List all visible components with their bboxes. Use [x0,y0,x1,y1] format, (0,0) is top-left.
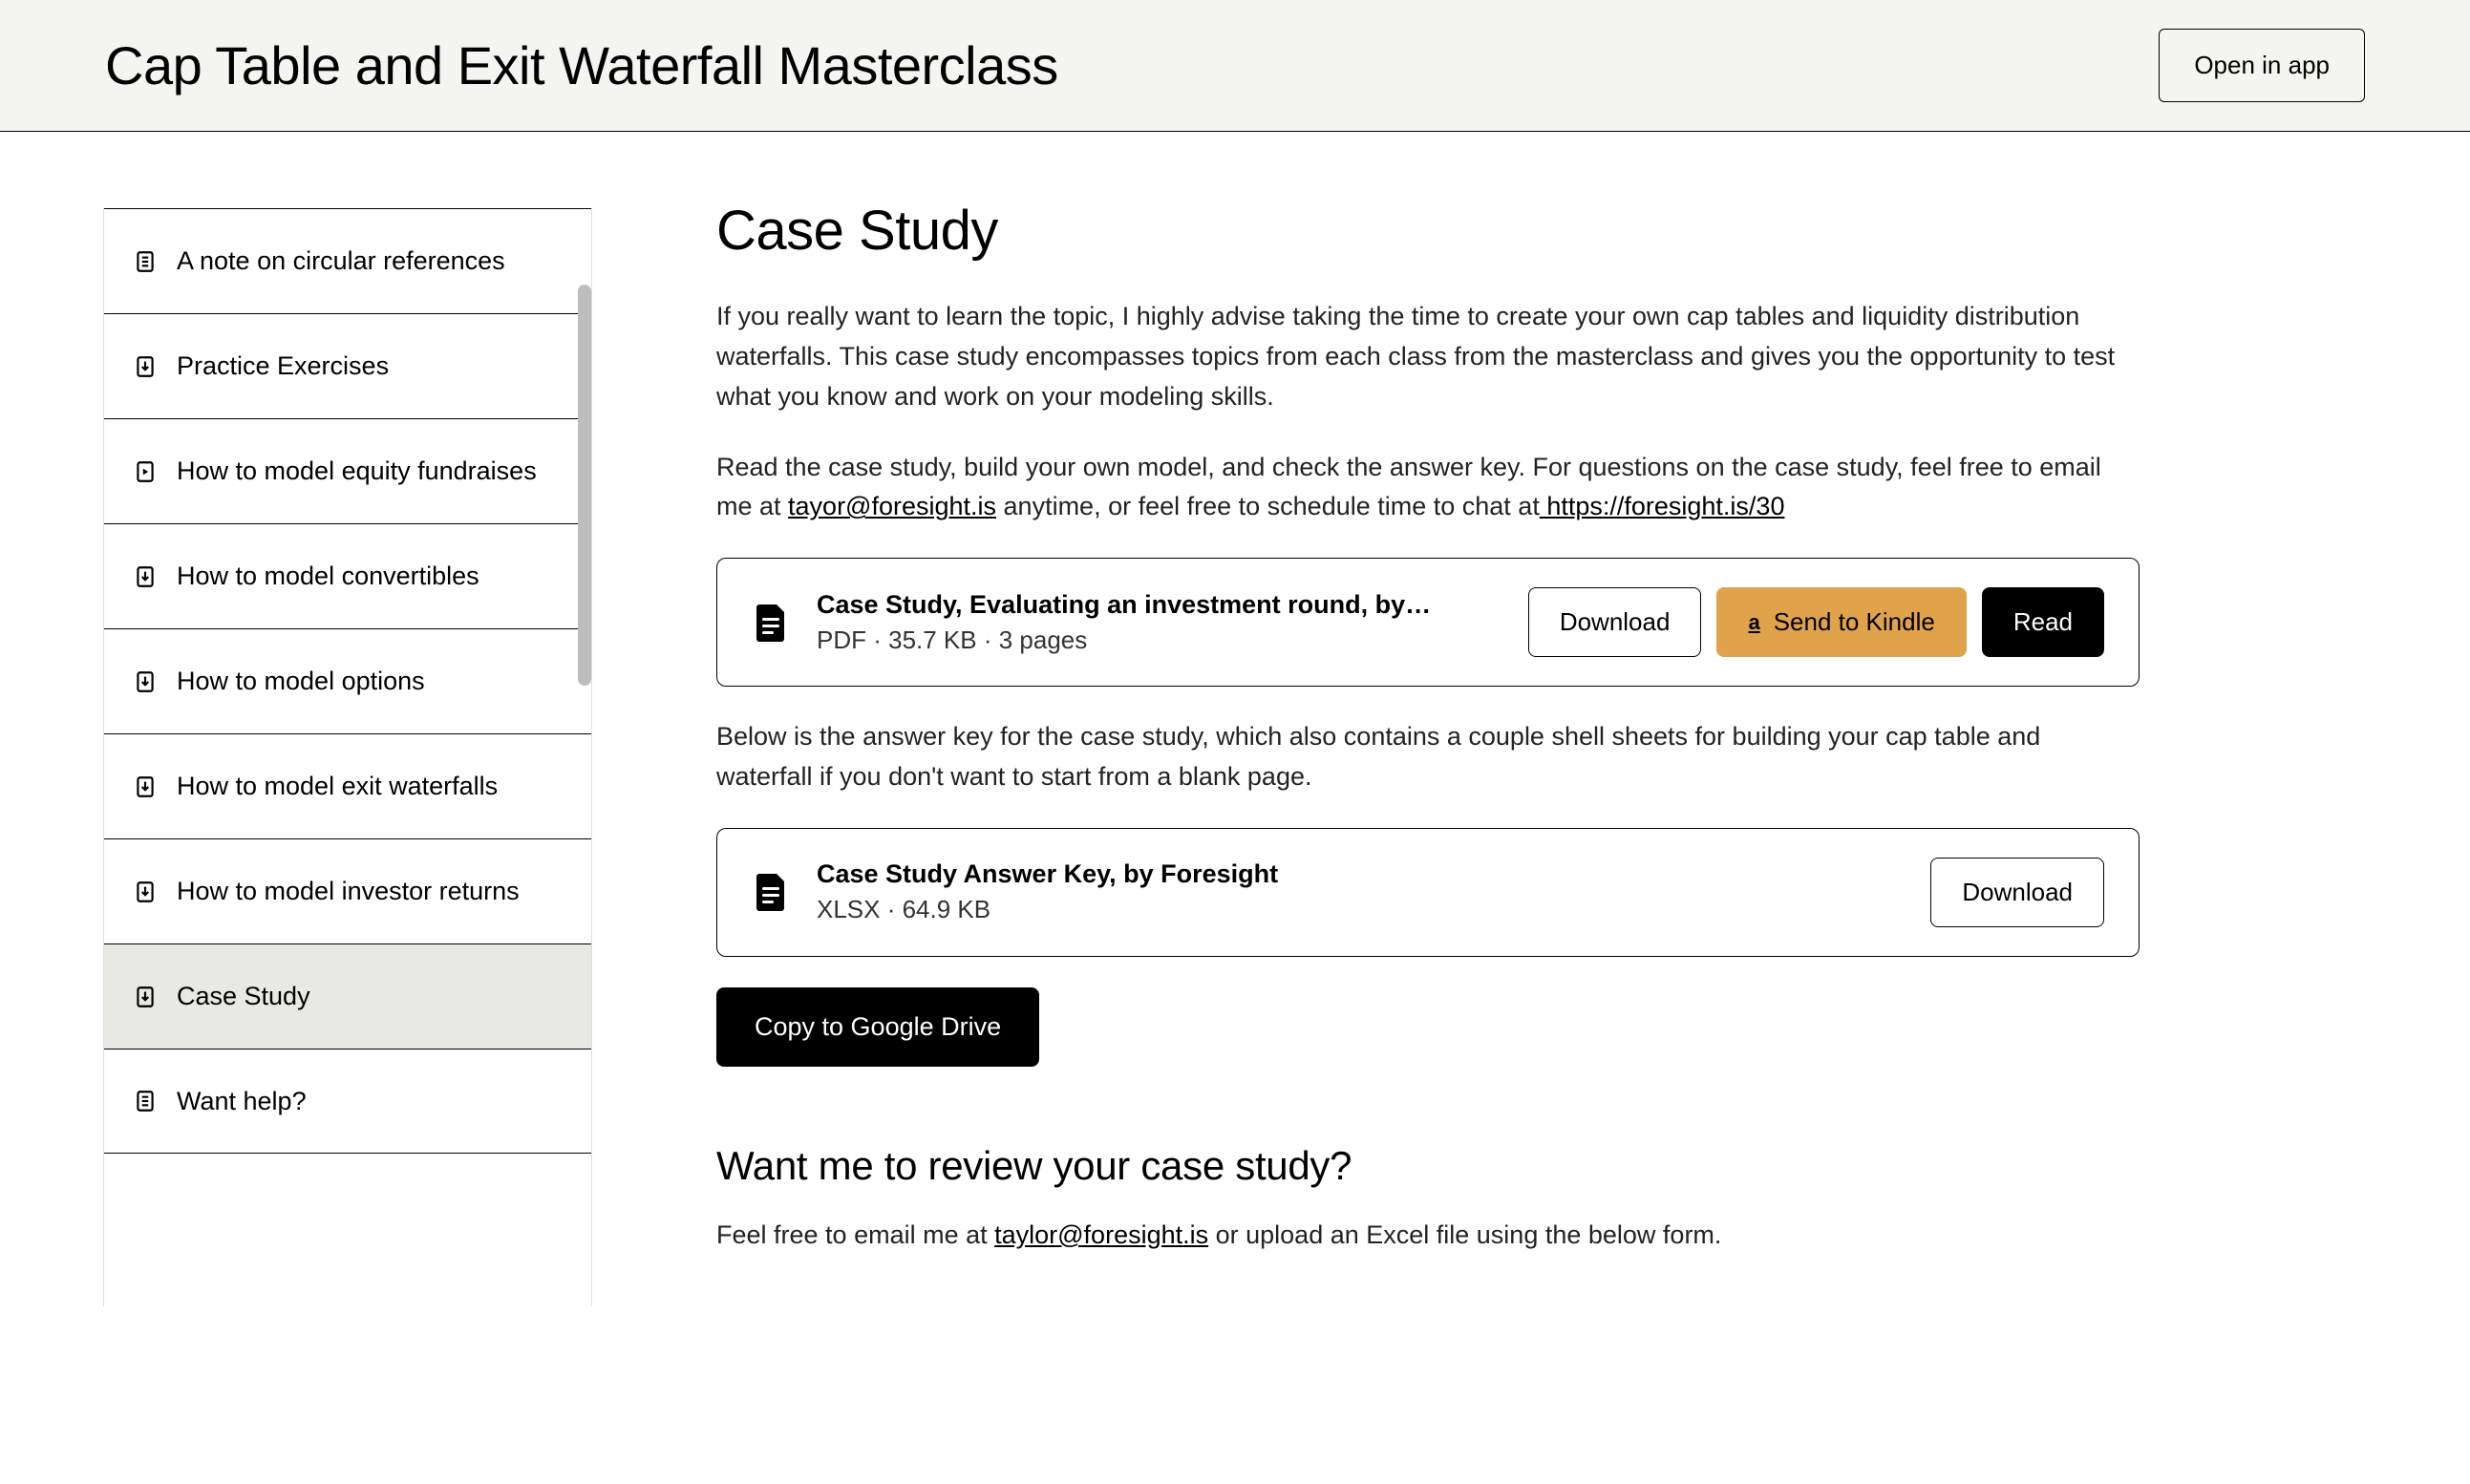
sidebar-item-label: Case Study [177,979,310,1013]
sidebar-item[interactable]: How to model exit waterfalls [104,733,591,838]
sidebar-item-label: A note on circular references [177,244,505,278]
review-email-link[interactable]: taylor@foresight.is [994,1220,1208,1249]
open-in-app-button[interactable]: Open in app [2159,29,2365,102]
download-icon [133,669,158,694]
file-card-case-study: Case Study, Evaluating an investment rou… [716,558,2140,687]
download-icon [133,774,158,799]
file-meta: PDF · 35.7 KB · 3 pages [817,625,1501,655]
contact-email-link[interactable]: tayor@foresight.is [788,492,996,520]
sidebar-item[interactable]: Want help? [104,1049,591,1154]
review-suffix-text: or upload an Excel file using the below … [1208,1220,1721,1249]
file-card-answer-key: Case Study Answer Key, by Foresight XLSX… [716,828,2140,957]
answer-intro-paragraph: Below is the answer key for the case stu… [716,717,2140,797]
sidebar-item[interactable]: How to model investor returns [104,838,591,943]
file-title: Case Study, Evaluating an investment rou… [817,590,1501,620]
review-paragraph: Feel free to email me at taylor@foresigh… [716,1216,2140,1256]
send-to-kindle-button[interactable]: a Send to Kindle [1716,587,1966,657]
schedule-link[interactable]: https://foresight.is/30 [1540,492,1785,520]
file-info: Case Study Answer Key, by Foresight XLSX… [817,859,1904,924]
read-mid-text: anytime, or feel free to schedule time t… [996,492,1540,520]
sidebar-item-label: Want help? [177,1084,307,1118]
sidebar-item-label: How to model equity fundraises [177,454,537,488]
intro-paragraph: If you really want to learn the topic, I… [716,297,2140,417]
sidebar-item[interactable]: Practice Exercises [104,313,591,418]
file-info: Case Study, Evaluating an investment rou… [817,590,1501,655]
main-content: Case Study If you really want to learn t… [592,132,2273,1344]
sidebar-item[interactable]: How to model convertibles [104,523,591,628]
download-icon [133,880,158,904]
file-icon [752,870,790,914]
sidebar-item-label: How to model exit waterfalls [177,769,498,803]
sidebar-item[interactable]: Case Study [104,943,591,1049]
sidebar: A note on circular references Practice Ex… [103,208,592,1306]
amazon-icon: a [1748,610,1759,635]
review-prefix-text: Feel free to email me at [716,1220,994,1249]
download-button[interactable]: Download [1930,858,2104,927]
file-actions: Download a Send to Kindle Read [1528,587,2104,657]
read-button[interactable]: Read [1982,587,2104,657]
doc-icon [133,249,158,274]
download-icon [133,985,158,1009]
sidebar-item-label: Practice Exercises [177,349,389,383]
kindle-label: Send to Kindle [1774,607,1935,637]
sidebar-item[interactable]: How to model options [104,628,591,733]
copy-to-google-drive-button[interactable]: Copy to Google Drive [716,987,1039,1067]
file-meta: XLSX · 64.9 KB [817,895,1904,924]
sidebar-item-label: How to model investor returns [177,874,520,908]
doc-icon [133,1089,158,1113]
sidebar-item-label: How to model options [177,664,425,698]
download-icon [133,564,158,589]
download-icon [133,354,158,379]
review-heading: Want me to review your case study? [716,1143,2140,1189]
page-title: Case Study [716,199,2140,263]
play-icon [133,459,158,484]
file-actions: Download [1930,858,2104,927]
read-paragraph: Read the case study, build your own mode… [716,448,2140,528]
file-title: Case Study Answer Key, by Foresight [817,859,1904,889]
file-icon [752,601,790,645]
download-button[interactable]: Download [1528,587,1702,657]
sidebar-item[interactable]: How to model equity fundraises [104,418,591,523]
scrollbar-thumb[interactable] [578,285,591,686]
course-title: Cap Table and Exit Waterfall Masterclass [105,34,1058,96]
sidebar-item[interactable]: A note on circular references [104,208,591,313]
sidebar-item-label: How to model convertibles [177,559,479,593]
header: Cap Table and Exit Waterfall Masterclass… [0,0,2470,132]
